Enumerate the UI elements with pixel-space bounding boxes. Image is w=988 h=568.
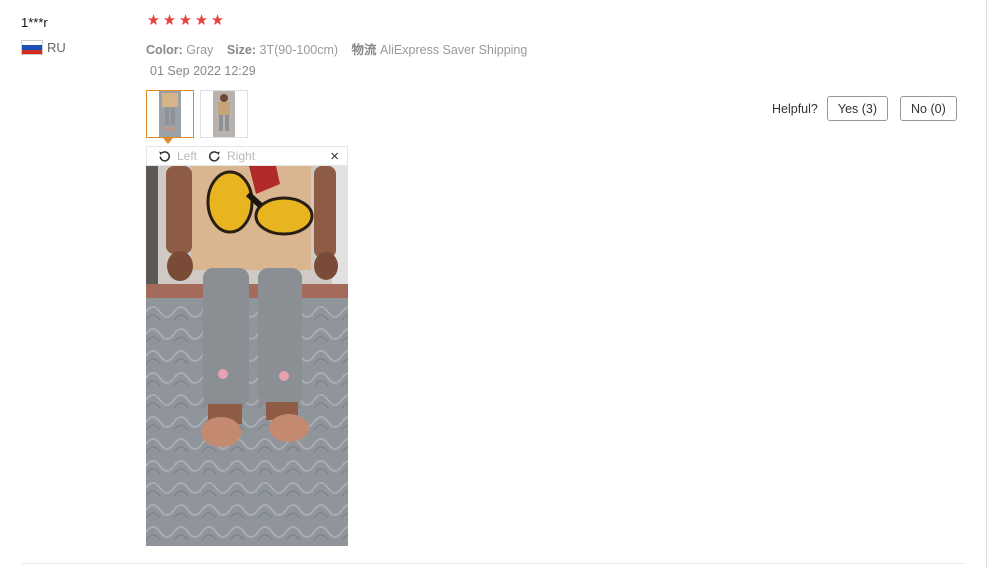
review-thumbnail-2[interactable] [200, 90, 248, 138]
sku-info: Color: Gray Size: 3T(90-100cm) 物流 AliExp… [146, 39, 537, 58]
star-icon: ★ [146, 12, 161, 29]
review-image-thumbnails [146, 90, 248, 138]
rotate-left-label: Left [177, 149, 198, 163]
review-photo-large [146, 166, 348, 546]
review-thumbnail-1[interactable] [146, 90, 194, 138]
rotate-right-label: Right [227, 149, 256, 163]
reviewer-country: RU [21, 40, 66, 55]
size-value: 3T(90-100cm) [259, 43, 339, 57]
star-icon: ★ [178, 12, 193, 29]
star-rating: ★ ★ ★ ★ ★ [146, 13, 225, 28]
helpful-voting: Helpful? Yes (3) No (0) [772, 96, 957, 121]
reviewer-name: 1***r [21, 15, 48, 30]
russia-flag-icon [21, 40, 43, 55]
rotate-left-icon [159, 150, 171, 162]
logistics-value: AliExpress Saver Shipping [380, 43, 528, 57]
helpful-label: Helpful? [772, 101, 818, 116]
close-viewer-button[interactable]: × [330, 148, 339, 165]
rotate-left-button[interactable]: Left [157, 149, 197, 164]
color-value: Gray [186, 43, 214, 57]
image-viewer-toolbar: Left Right × [146, 146, 348, 166]
size-key: Size: [226, 43, 257, 57]
review-divider [22, 563, 964, 564]
star-icon: ★ [162, 12, 177, 29]
active-thumbnail-indicator [163, 138, 173, 144]
rotate-right-button[interactable]: Right [207, 149, 255, 164]
star-icon: ★ [194, 12, 209, 29]
child-photo-thumbnail [159, 91, 181, 137]
helpful-no-button[interactable]: No (0) [900, 96, 957, 121]
country-code: RU [47, 40, 66, 55]
rotate-right-icon [208, 150, 220, 162]
panel-border [986, 0, 987, 568]
color-key: Color: [146, 43, 183, 57]
star-icon: ★ [210, 12, 225, 29]
helpful-yes-button[interactable]: Yes (3) [826, 96, 889, 121]
child-photo-thumbnail [213, 91, 235, 137]
review-date: 01 Sep 2022 12:29 [150, 64, 256, 78]
logistics-key: 物流 [351, 43, 377, 57]
